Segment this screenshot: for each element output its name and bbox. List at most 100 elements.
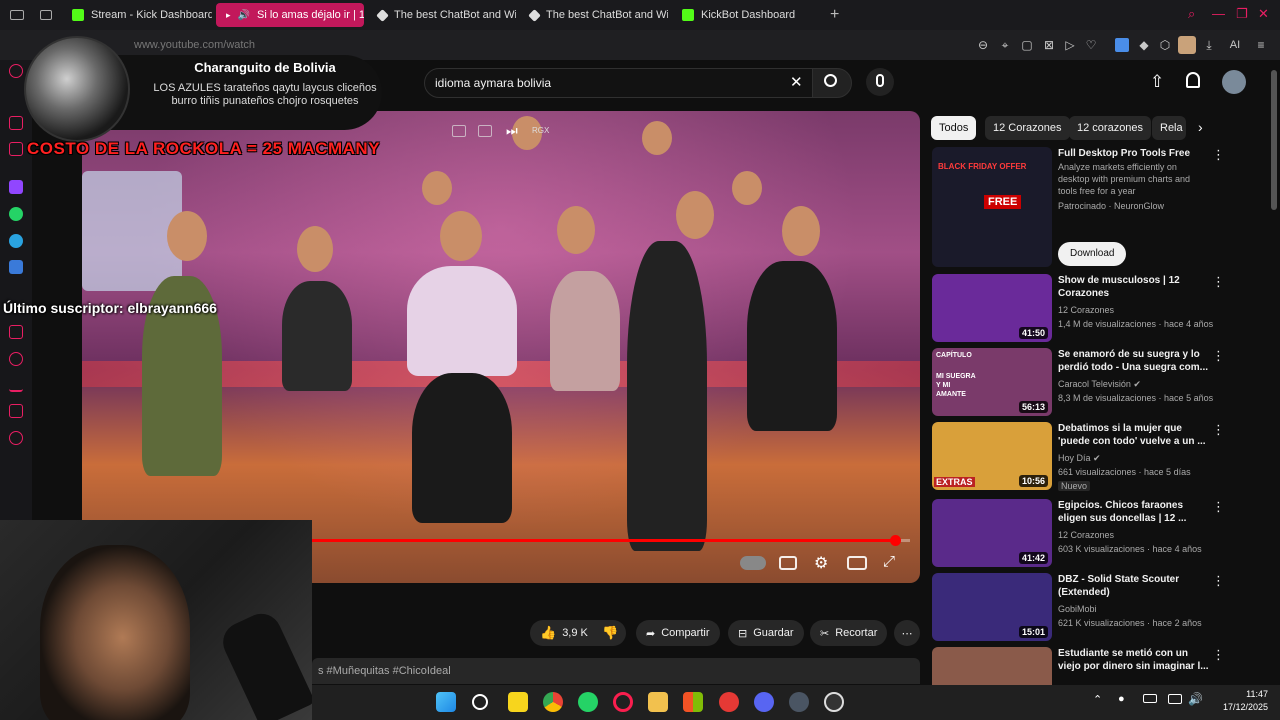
next-icon[interactable]: ⏭: [506, 123, 518, 139]
windows-start-icon[interactable]: [436, 692, 456, 712]
tab-manager-icon[interactable]: [10, 10, 24, 20]
chip-12-corazones[interactable]: 12 Corazones: [985, 116, 1070, 140]
file-explorer-icon[interactable]: [648, 692, 668, 712]
video-thumbnail[interactable]: 41:42: [932, 499, 1052, 567]
chrome-icon[interactable]: [543, 692, 563, 712]
maximize-button[interactable]: ❐: [1236, 6, 1248, 22]
window-icon[interactable]: [40, 10, 52, 20]
tray-mic-icon[interactable]: ●: [1118, 693, 1125, 705]
download-ad-button[interactable]: Download: [1058, 242, 1127, 266]
video-thumbnail[interactable]: 15:01: [932, 573, 1052, 641]
zoom-icon[interactable]: ⊖: [976, 38, 990, 52]
tray-keyboard-icon[interactable]: [1143, 694, 1157, 703]
tab-kick-dashboard[interactable]: Stream - Kick Dashboard: [62, 3, 212, 27]
miniplayer-icon[interactable]: [452, 125, 466, 137]
share-button[interactable]: ➦ Compartir: [636, 620, 720, 646]
audio-icon[interactable]: ▸: [226, 10, 231, 21]
ad-thumbnail[interactable]: BLACK FRIDAY OFFER FREE: [932, 147, 1052, 267]
taskbar-search-icon[interactable]: [472, 694, 488, 710]
opera-gx-icon[interactable]: [613, 692, 633, 712]
telegram-icon[interactable]: [9, 234, 23, 248]
chip-12-corazones-lower[interactable]: 12 corazones: [1069, 116, 1152, 140]
speaker-icon[interactable]: 🔊: [238, 10, 250, 21]
clip-button[interactable]: ✂ Recortar: [810, 620, 888, 646]
screenshot-icon[interactable]: ▢: [1020, 38, 1034, 52]
clock-sidebar-icon[interactable]: [9, 352, 23, 366]
minimize-button[interactable]: —: [1212, 6, 1225, 21]
discord-icon[interactable]: [754, 692, 774, 712]
chips-next-icon[interactable]: ›: [1198, 119, 1203, 135]
close-window-button[interactable]: ✕: [1258, 6, 1269, 22]
like-button[interactable]: 👍 3,9 K: [530, 620, 592, 646]
subtitles-icon[interactable]: [779, 556, 797, 570]
cast-icon[interactable]: [478, 125, 492, 137]
recommendation-ad[interactable]: BLACK FRIDAY OFFER FREE Full Desktop Pro…: [932, 147, 1232, 269]
download-icon[interactable]: ⤓: [1202, 38, 1216, 52]
clear-search-icon[interactable]: ✕: [790, 73, 803, 91]
search-button[interactable]: [812, 68, 852, 98]
video-description[interactable]: s #Muñequitas #ChicoIdeal: [312, 658, 920, 684]
whatsapp-taskbar-icon[interactable]: [578, 692, 598, 712]
chip-related[interactable]: Rela: [1152, 116, 1186, 140]
notifications-icon[interactable]: [1186, 72, 1200, 88]
play-icon[interactable]: ▷: [1063, 38, 1077, 52]
recommendation-item[interactable]: EXTRAS 10:56 Debatimos si la mujer que '…: [932, 422, 1232, 492]
translate-icon[interactable]: [1115, 38, 1129, 52]
obs-icon[interactable]: [824, 692, 844, 712]
profile-avatar[interactable]: [1178, 36, 1196, 54]
steam-icon[interactable]: [789, 692, 809, 712]
menu-icon[interactable]: ≡: [1254, 38, 1268, 52]
tray-volume-icon[interactable]: 🔊: [1188, 692, 1203, 706]
tray-chevron-icon[interactable]: ⌃: [1093, 693, 1102, 706]
whatsapp-icon[interactable]: [9, 207, 23, 221]
more-actions-button[interactable]: ⋯: [894, 620, 920, 646]
recommendation-item[interactable]: Estudiante se metió con un viejo por din…: [932, 647, 1232, 685]
save-button[interactable]: ⊟ Guardar: [728, 620, 804, 646]
dislike-button[interactable]: 👎: [592, 620, 626, 646]
tab-kickbot-dashboard[interactable]: KickBot Dashboard: [672, 3, 822, 27]
more-options-icon[interactable]: ⋮: [1212, 422, 1225, 438]
extension-icon[interactable]: ◆: [1137, 38, 1151, 52]
voice-search-button[interactable]: [866, 68, 894, 96]
video-thumbnail[interactable]: CAPÍTULO MI SUEGRA Y MI AMANTE 56:13: [932, 348, 1052, 416]
fullscreen-icon[interactable]: ⤢: [883, 553, 895, 570]
autoplay-toggle[interactable]: [740, 556, 766, 570]
block-icon[interactable]: ⊠: [1042, 38, 1056, 52]
more-options-icon[interactable]: ⋮: [1212, 348, 1225, 364]
more-options-icon[interactable]: ⋮: [1212, 647, 1225, 663]
more-options-icon[interactable]: ⋮: [1212, 147, 1225, 163]
recommendation-item[interactable]: 41:50 Show de musculosos | 12 Corazones …: [932, 274, 1232, 344]
video-thumbnail[interactable]: 41:50: [932, 274, 1052, 342]
video-thumbnail[interactable]: EXTRAS 10:56: [932, 422, 1052, 490]
puzzle-icon[interactable]: ⬡: [1158, 38, 1172, 52]
tab-chatbot-2[interactable]: The best ChatBot and Wi: [520, 3, 668, 27]
messenger-sidebar-icon[interactable]: [9, 142, 23, 156]
extensions-sidebar-icon[interactable]: [9, 404, 23, 418]
bookmark-sidebar-icon[interactable]: [9, 325, 23, 339]
history-sidebar-icon[interactable]: [9, 64, 23, 78]
app-sidebar-icon[interactable]: [9, 260, 23, 274]
tray-network-icon[interactable]: [1168, 694, 1182, 704]
settings-sidebar-icon[interactable]: [9, 431, 23, 445]
ai-assistant[interactable]: AI: [1222, 38, 1248, 52]
video-progress-scrubber[interactable]: [890, 535, 901, 546]
tab-chatbot-1[interactable]: The best ChatBot and Wi: [368, 3, 516, 27]
search-input[interactable]: idioma aymara bolivia: [424, 68, 814, 98]
recommendation-item[interactable]: 41:42 Egipcios. Chicos faraones eligen s…: [932, 499, 1232, 569]
search-tabs-icon[interactable]: ⌕: [1188, 6, 1195, 22]
twitch-icon[interactable]: [9, 180, 23, 194]
rgx-label[interactable]: RGX: [532, 126, 549, 135]
recorder-icon[interactable]: [719, 692, 739, 712]
upload-icon[interactable]: ⇧: [1150, 72, 1164, 92]
tab-youtube-video[interactable]: ▸ 🔊 Si lo amas déjalo ir | 1: [216, 3, 364, 27]
new-tab-button[interactable]: +: [830, 6, 839, 24]
more-options-icon[interactable]: ⋮: [1212, 499, 1225, 515]
heart-icon[interactable]: ♡: [1084, 38, 1098, 52]
pin-icon[interactable]: ⌖: [998, 38, 1012, 52]
account-avatar[interactable]: [1222, 70, 1246, 94]
download-sidebar-icon[interactable]: [9, 378, 23, 392]
recommendation-item[interactable]: 15:01 DBZ - Solid State Scouter (Extende…: [932, 573, 1232, 643]
recommendation-item[interactable]: CAPÍTULO MI SUEGRA Y MI AMANTE 56:13 Se …: [932, 348, 1232, 418]
url-field[interactable]: www.youtube.com/watch: [134, 39, 255, 51]
store-icon[interactable]: [683, 692, 703, 712]
